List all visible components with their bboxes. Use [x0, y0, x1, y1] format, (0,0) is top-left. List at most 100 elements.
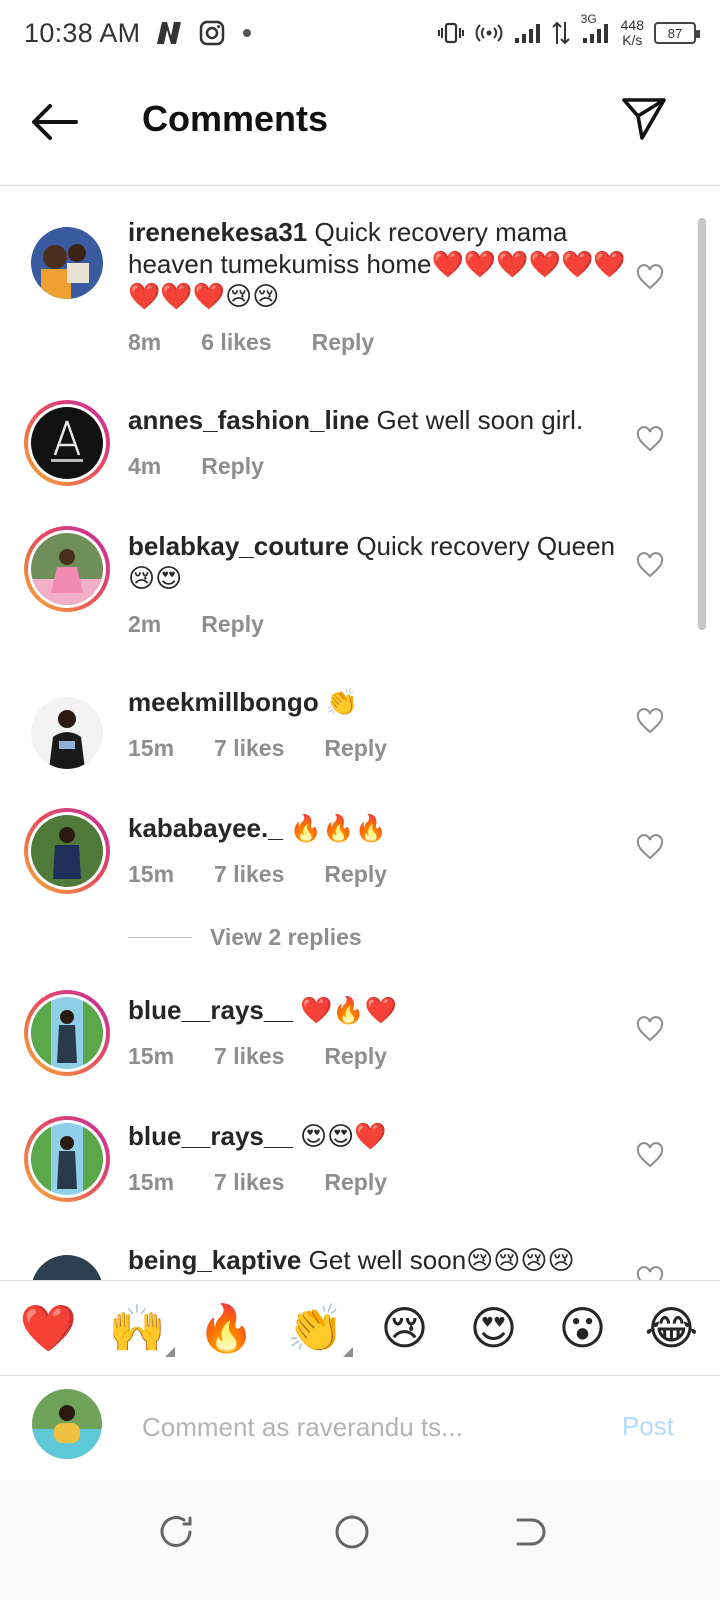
emoji-heart-button[interactable]: ❤️	[14, 1293, 84, 1363]
avatar[interactable]	[24, 990, 110, 1076]
heart-emoji-icon: ❤️	[19, 1300, 78, 1355]
comment-text: 🔥🔥🔥	[282, 813, 388, 843]
comment-likes[interactable]: 7 likes	[214, 858, 284, 890]
back-button[interactable]	[28, 100, 80, 144]
heart-outline-icon	[636, 1142, 664, 1168]
emoji-joy-button[interactable]: 😂	[637, 1293, 707, 1363]
emoji-heart-eyes-button[interactable]: 😍	[459, 1293, 529, 1363]
share-button[interactable]	[620, 94, 668, 142]
back-nav-icon	[516, 1518, 546, 1546]
like-button[interactable]	[636, 552, 664, 580]
comment-time: 2m	[128, 611, 162, 637]
home-button[interactable]	[322, 1502, 382, 1562]
like-button[interactable]	[636, 834, 664, 862]
home-circle-icon	[335, 1515, 369, 1549]
comment-text: 👏	[318, 687, 359, 717]
vibrate-icon	[437, 21, 465, 45]
avatar-image	[31, 997, 103, 1069]
reply-button[interactable]: Reply	[201, 608, 264, 640]
post-button[interactable]: Post	[622, 1411, 674, 1442]
status-bar: 10:38 AM 3G 448 K/s 87	[0, 0, 720, 66]
avatar-inner	[28, 1120, 106, 1198]
reply-button[interactable]: Reply	[201, 450, 264, 482]
comment-body: meekmillbongo 👏 15m 7 likes Reply	[128, 686, 628, 764]
net-speed-value: 448	[620, 17, 644, 33]
battery-level: 87	[667, 25, 683, 41]
comment-likes[interactable]: 7 likes	[214, 1040, 284, 1072]
emoji-fire-button[interactable]: 🔥	[192, 1293, 262, 1363]
like-button[interactable]	[636, 426, 664, 454]
avatar[interactable]	[24, 690, 110, 776]
replies-divider	[128, 937, 192, 938]
clap-emoji-icon: 👏	[286, 1300, 345, 1355]
like-button[interactable]	[636, 1016, 664, 1044]
comment-meta: 15m 7 likes Reply	[128, 858, 628, 890]
status-time: 10:38 AM	[24, 17, 141, 48]
avatar[interactable]	[24, 1116, 110, 1202]
like-button[interactable]	[636, 1266, 664, 1280]
avatar-inner	[28, 994, 106, 1072]
avatar[interactable]	[24, 400, 110, 486]
back-arrow-icon	[32, 104, 78, 140]
comment-time: 15m	[128, 861, 175, 887]
comment-likes[interactable]: 6 likes	[201, 326, 271, 358]
comment-text-line: blue__rays__ 😍😍❤️	[128, 1120, 628, 1152]
like-button[interactable]	[636, 708, 664, 736]
comment-likes[interactable]: 7 likes	[214, 732, 284, 764]
reply-button[interactable]: Reply	[324, 1166, 387, 1198]
like-button[interactable]	[636, 1142, 664, 1170]
net-type-label: 3G	[580, 12, 597, 26]
comment-text-line: irenenekesa31 Quick recovery mama heaven…	[128, 216, 628, 312]
instagram-icon	[198, 19, 226, 47]
status-left: 10:38 AM	[24, 18, 254, 49]
comment-likes[interactable]: 7 likes	[214, 1166, 284, 1198]
reply-button[interactable]: Reply	[324, 732, 387, 764]
like-button[interactable]	[636, 264, 664, 292]
comment-body: blue__rays__ 😍😍❤️ 15m 7 likes Reply	[128, 1120, 628, 1198]
emoji-surprised-button[interactable]: 😮	[548, 1293, 618, 1363]
comment-time: 8m	[128, 329, 162, 355]
comment-username[interactable]: being_kaptive	[128, 1245, 301, 1275]
emoji-clap-button[interactable]: 👏	[281, 1293, 353, 1363]
reply-button[interactable]: Reply	[324, 858, 387, 890]
heart-outline-icon	[636, 834, 664, 860]
skin-tone-indicator	[342, 1347, 353, 1357]
comment-username[interactable]: blue__rays__	[128, 1121, 293, 1151]
comment-text-line: kababayee._ 🔥🔥🔥	[128, 812, 628, 844]
back-nav-button[interactable]	[498, 1502, 558, 1562]
avatar-image	[31, 407, 103, 479]
avatar[interactable]	[24, 526, 110, 612]
header: Comments	[0, 66, 720, 186]
avatar-image	[31, 815, 103, 887]
comment-body: being_kaptive Get well soon😢😢😢😢	[128, 1244, 628, 1276]
reply-button[interactable]: Reply	[324, 1040, 387, 1072]
comment-username[interactable]: belabkay_couture	[128, 531, 349, 561]
comment-meta: 8m 6 likes Reply	[128, 326, 628, 358]
emoji-crying-button[interactable]: 😢	[370, 1293, 440, 1363]
net-speed: 448 K/s	[621, 18, 644, 48]
comment-input[interactable]	[142, 1405, 582, 1449]
avatar-inner	[28, 404, 106, 482]
comment-time: 15m	[128, 1043, 175, 1069]
heart-outline-icon	[636, 708, 664, 734]
avatar-image	[31, 1255, 103, 1280]
avatar[interactable]	[24, 808, 110, 894]
comment-composer: Post	[0, 1377, 720, 1477]
comment-meta: 15m 7 likes Reply	[128, 732, 628, 764]
current-user-avatar	[32, 1389, 102, 1459]
reply-button[interactable]: Reply	[312, 326, 375, 358]
heart-outline-icon	[636, 552, 664, 578]
comment-username[interactable]: irenenekesa31	[128, 217, 307, 247]
avatar[interactable]	[24, 220, 110, 306]
battery-icon: 87	[654, 22, 700, 44]
avatar[interactable]	[24, 1248, 110, 1280]
comment-username[interactable]: kababayee._	[128, 813, 283, 843]
emoji-raised-hands-button[interactable]: 🙌	[103, 1293, 175, 1363]
comment-username[interactable]: blue__rays__	[128, 995, 293, 1025]
comment-text: 😍😍❤️	[292, 1121, 387, 1151]
recents-button[interactable]	[146, 1502, 206, 1562]
emoji-quick-bar: ❤️ 🙌 🔥 👏 😢 😍 😮 😂	[0, 1280, 720, 1376]
view-replies-button[interactable]: View 2 replies	[128, 924, 362, 951]
comment-username[interactable]: annes_fashion_line	[128, 405, 369, 435]
comment-username[interactable]: meekmillbongo	[128, 687, 319, 717]
